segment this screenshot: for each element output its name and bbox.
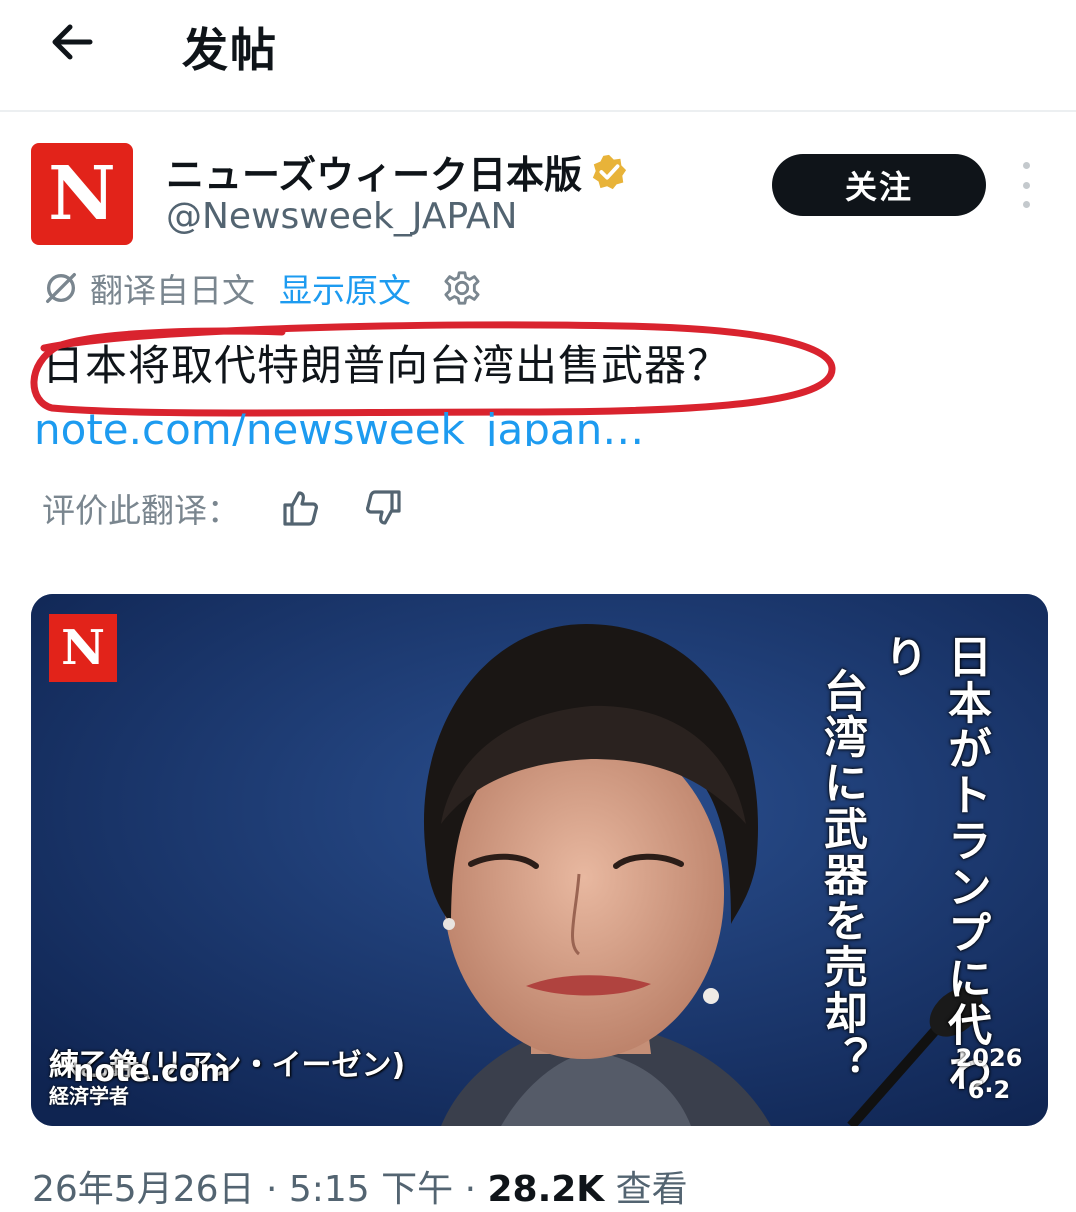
post-link[interactable]: note.com/newsweek_japan… [34,402,644,446]
more-options-button[interactable] [1012,162,1040,208]
thumbs-up-icon [283,491,318,526]
views-label: 查看 [604,1169,688,1210]
translate-icon [46,273,76,303]
media-logo-letter: N [61,620,105,676]
media-image[interactable]: N 日本がトランプに代わり 台湾に武器を売却？ 練乙錚(リアン・イーゼン) 経済… [31,594,1048,1126]
translation-row: 翻译自日文 显示原文 [42,264,481,312]
user-handle[interactable]: @Newsweek_JAPAN [166,196,517,237]
image-date-day: 6·2 [967,1076,1011,1104]
image-date: 2026 6·2 [949,1042,1029,1106]
rate-translation-label: 评价此翻译： [42,491,240,530]
translation-settings-button[interactable] [443,269,481,307]
verified-badge-icon [592,154,627,189]
avatar[interactable]: N [31,143,133,245]
note-watermark: note.com [73,1054,231,1089]
arrow-left-icon [52,24,93,60]
more-dot-icon [1022,162,1030,169]
avatar-letter: N [48,151,116,237]
follow-button[interactable]: 关注 [772,154,986,216]
display-name[interactable]: ニューズウィーク日本版 [166,144,628,199]
thumbs-up-button[interactable] [280,488,320,528]
post-meta: 26年5月26日 · 5:15 下午 · 28.2K 查看 [32,1160,688,1212]
newsweek-logo: N [49,614,117,682]
back-button[interactable] [46,18,98,66]
show-original-link[interactable]: 显示原文 [279,264,411,312]
views-count: 28.2K [487,1169,605,1210]
rate-translation-row: 评价此翻译： [42,484,404,532]
image-headline-line2: 台湾に武器を売却？ [816,668,867,1082]
display-name-text: ニューズウィーク日本版 [166,153,583,197]
post-text: 日本将取代特朗普向台湾出售武器？ [42,341,731,390]
top-bar: 发帖 [0,0,1076,112]
more-dot-icon [1022,181,1030,189]
image-date-year: 2026 [955,1044,1023,1072]
post-timestamp[interactable]: 26年5月26日 · 5:15 下午 · [32,1169,487,1210]
page-title: 发帖 [182,23,278,77]
more-dot-icon [1022,201,1030,208]
translated-from-label: 翻译自日文 [90,271,255,310]
gear-icon [444,271,480,305]
thumbs-down-icon [366,490,401,525]
thumbs-down-button[interactable] [364,488,404,528]
